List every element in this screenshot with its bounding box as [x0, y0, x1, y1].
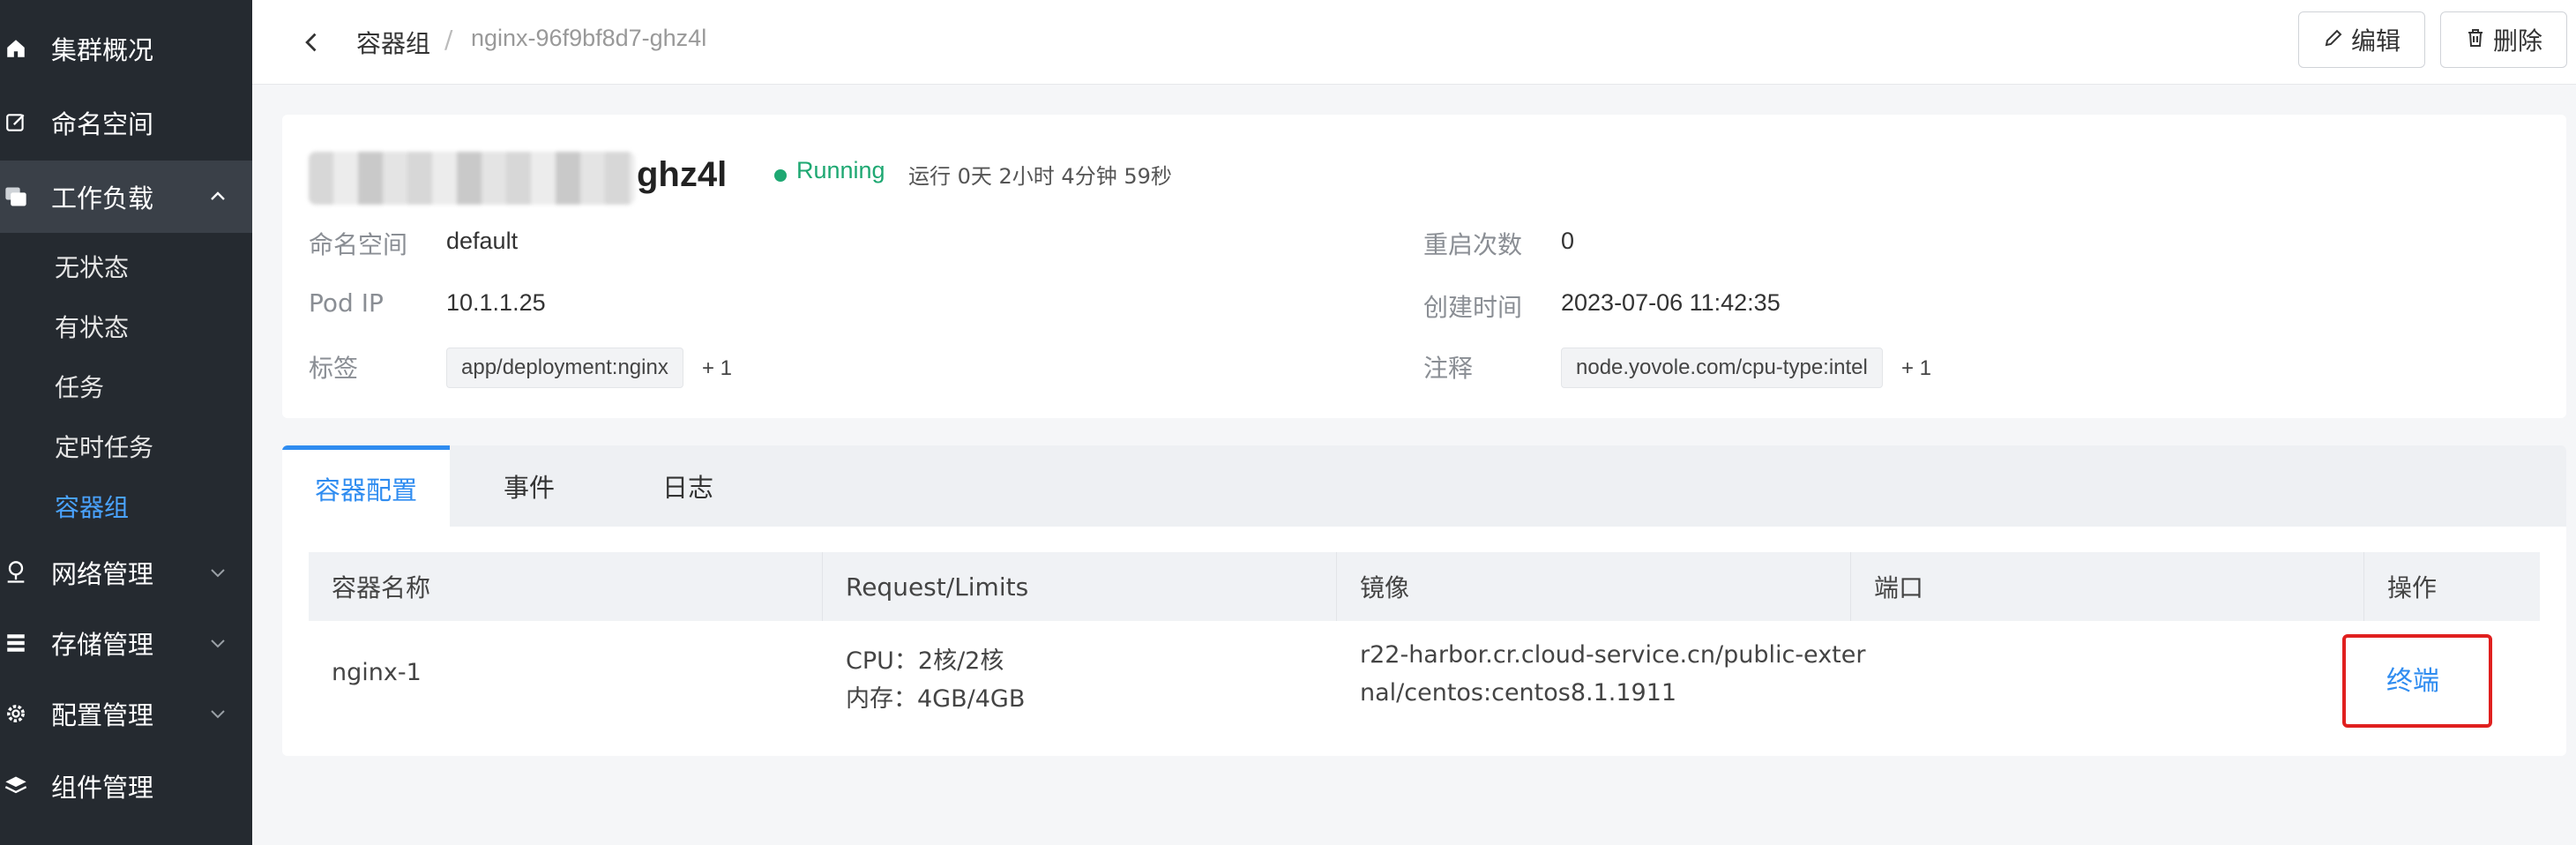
pencil-icon — [2323, 26, 2344, 55]
created-value: 2023-07-06 11:42:35 — [1561, 289, 1781, 316]
image-line-1: r22-harbor.cr.cloud-service.cn/public-ex… — [1360, 641, 1866, 669]
layers-icon — [4, 774, 28, 798]
sidebar-item-label: 集群概况 — [51, 35, 154, 65]
stack-icon — [4, 184, 28, 209]
breadcrumb-current: nginx-96f9bf8d7-ghz4l — [471, 25, 707, 51]
sidebar-item-label: 存储管理 — [51, 630, 154, 660]
sidebar-item-namespaces[interactable]: 命名空间 — [0, 86, 252, 159]
labels-more[interactable]: + 1 — [702, 356, 732, 381]
uptime-text: 运行 0天 2小时 4分钟 59秒 — [908, 164, 1172, 189]
sidebar-item-label: 命名空间 — [51, 109, 154, 139]
memory-limits: 内存：4GB/4GB — [846, 685, 1026, 713]
edit-button-label: 编辑 — [2350, 26, 2401, 56]
breadcrumb-parent[interactable]: 容器组 — [356, 25, 430, 60]
delete-button[interactable]: 删除 — [2440, 11, 2567, 68]
tab-label: 日志 — [661, 473, 713, 503]
column-header-name: 容器名称 — [309, 552, 823, 621]
sidebar-item-cluster-overview[interactable]: 集群概况 — [0, 12, 252, 85]
labels-label: 标签 — [309, 354, 359, 383]
table-header: 容器名称 Request/Limits 镜像 端口 操作 — [309, 552, 2540, 621]
restarts-label: 重启次数 — [1423, 230, 1523, 259]
home-icon — [4, 36, 28, 61]
label-tag: app/deployment:nginx — [446, 348, 683, 388]
sidebar-item-components[interactable]: 组件管理 — [0, 750, 252, 822]
trash-icon — [2465, 26, 2486, 55]
tab-bar: 容器配置 事件 日志 — [282, 445, 2566, 527]
namespace-label: 命名空间 — [309, 230, 408, 259]
column-header-port: 端口 — [1851, 552, 2364, 621]
pod-info-card: ghz4l Running 运行 0天 2小时 4分钟 59秒 命名空间 def… — [282, 115, 2566, 418]
pod-name-suffix: ghz4l — [637, 155, 728, 194]
tab-container-config[interactable]: 容器配置 — [282, 445, 450, 527]
sidebar-item-config[interactable]: 配置管理 — [0, 677, 252, 750]
sidebar-item-label: 组件管理 — [51, 773, 154, 803]
sidebar-subitem-deployments[interactable]: 无状态 — [55, 249, 129, 284]
annotations-label: 注释 — [1423, 354, 1474, 383]
pod-ip-label: Pod IP — [309, 288, 384, 318]
sidebar-subitem-statefulsets[interactable]: 有状态 — [55, 309, 129, 344]
gear-icon — [4, 701, 28, 726]
edit-button[interactable]: 编辑 — [2298, 11, 2425, 68]
annotation-tag: node.yovole.com/cpu-type:intel — [1561, 348, 1883, 388]
sidebar-item-label: 配置管理 — [51, 700, 154, 730]
restarts-value: 0 — [1561, 228, 1575, 254]
pod-name: ghz4l — [309, 152, 767, 205]
storage-icon — [4, 631, 28, 655]
cpu-limits: CPU：2核/2核 — [846, 647, 1004, 675]
image-line-2: nal/centos:centos8.1.1911 — [1360, 679, 1677, 707]
container-panel: 容器配置 事件 日志 容器名称 Request/Limits 镜像 端口 操作 … — [282, 445, 2566, 756]
status-dot — [774, 169, 787, 182]
namespace-value: default — [446, 228, 519, 254]
chevron-down-icon — [205, 700, 231, 727]
sidebar-item-label: 工作负载 — [51, 183, 154, 213]
sidebar-item-network[interactable]: 网络管理 — [0, 536, 252, 609]
tab-logs[interactable]: 日志 — [609, 445, 767, 527]
sidebar-subitem-jobs[interactable]: 任务 — [55, 369, 104, 404]
terminal-link[interactable]: 终端 — [2386, 659, 2439, 698]
column-header-image: 镜像 — [1337, 552, 1851, 621]
chevron-up-icon — [205, 183, 231, 210]
sidebar-item-storage[interactable]: 存储管理 — [0, 607, 252, 679]
back-arrow-icon[interactable] — [296, 26, 328, 58]
tab-label: 容器配置 — [314, 475, 417, 505]
chevron-down-icon — [205, 630, 231, 656]
container-name: nginx-1 — [332, 659, 422, 686]
chevron-down-icon — [205, 559, 231, 586]
column-header-action: 操作 — [2387, 573, 2438, 602]
edit-square-icon — [4, 110, 28, 135]
sidebar-item-workloads[interactable]: 工作负载 — [0, 161, 252, 233]
sidebar-subitem-cronjobs[interactable]: 定时任务 — [55, 429, 153, 464]
pod-ip-value: 10.1.1.25 — [446, 289, 546, 316]
created-label: 创建时间 — [1423, 293, 1523, 322]
sidebar-item-label: 网络管理 — [51, 559, 154, 589]
top-bar: 容器组 / nginx-96f9bf8d7-ghz4l 编辑 删除 — [252, 0, 2576, 85]
breadcrumb-separator: / — [444, 25, 453, 54]
network-icon — [4, 560, 28, 585]
delete-button-label: 删除 — [2492, 26, 2542, 56]
sidebar: 集群概况 命名空间 工作负载 无状态 有状态 任务 定时任务 容器组 网络管理 … — [0, 0, 252, 845]
tab-events[interactable]: 事件 — [450, 445, 609, 527]
sidebar-subitem-pods[interactable]: 容器组 — [55, 489, 129, 524]
column-header-request-limits: Request/Limits — [823, 552, 1337, 621]
redacted-name-blur — [309, 152, 635, 205]
status-badge: Running — [796, 157, 885, 183]
tab-label: 事件 — [503, 473, 555, 503]
annotations-more[interactable]: + 1 — [1901, 356, 1931, 381]
